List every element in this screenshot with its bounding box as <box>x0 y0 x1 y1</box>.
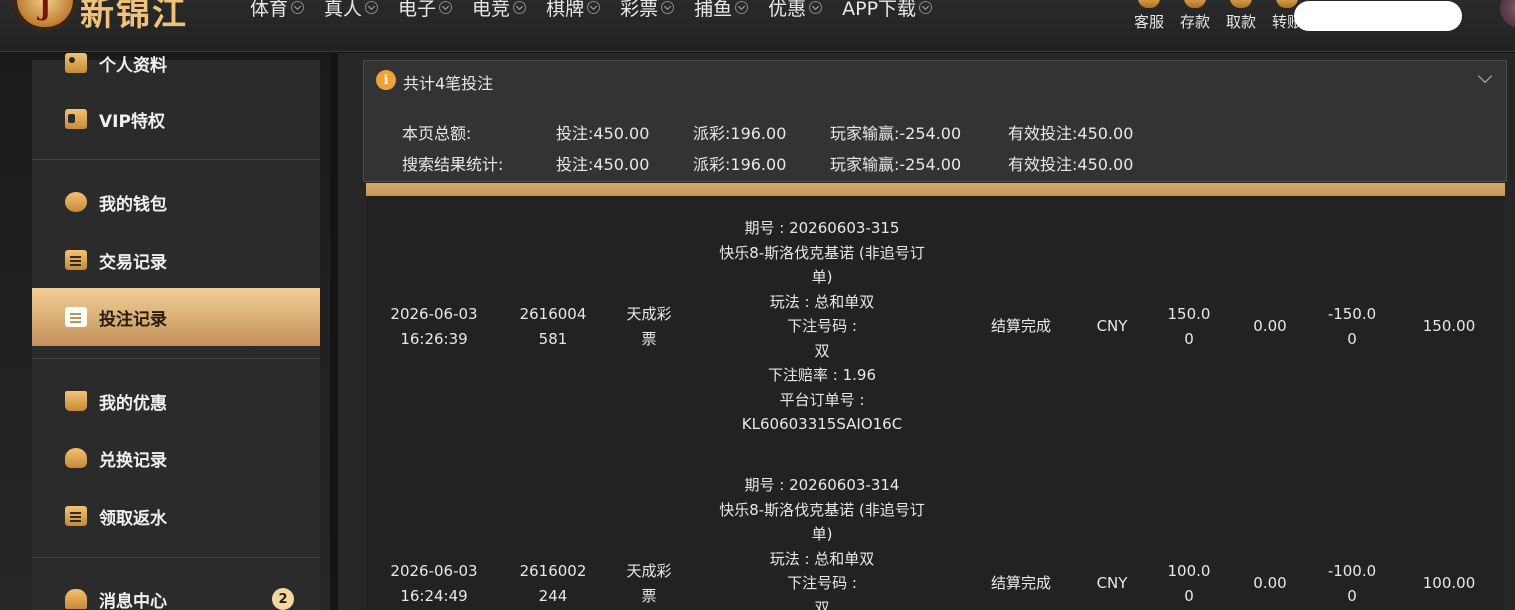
chevron-down-icon <box>919 1 933 14</box>
nav-item-promotions[interactable]: 优惠 <box>768 0 823 21</box>
bet-records-table: 2026-06-03 16:26:39 2616004 581 天成彩 票 期号… <box>366 196 1505 610</box>
sidebar-item-label: 个人资料 <box>99 55 167 76</box>
transfer-icon <box>1276 0 1298 8</box>
bet-time-cell: 2026-06-03 16:24:49 <box>390 562 478 605</box>
sidebar-item-transactions[interactable]: 交易记录 <box>32 231 320 289</box>
payout-cell: 0.00 <box>1253 317 1287 335</box>
sidebar-item-vip[interactable]: VIP特权 <box>32 90 320 148</box>
status-cell: 结算完成 <box>990 317 1051 335</box>
piggy-bank-icon <box>65 192 87 212</box>
chevron-down-icon <box>809 1 823 14</box>
sidebar-item-messages[interactable]: 消息中心 2 <box>32 570 320 610</box>
nav-item-app-download[interactable]: APP下载 <box>842 0 933 21</box>
deposit-button[interactable]: 存款 <box>1172 0 1218 52</box>
platform-cell: 天成彩 票 <box>626 562 672 605</box>
brand-logo-text[interactable]: 新锦江 <box>80 0 188 35</box>
bet-table-header <box>366 183 1505 196</box>
nav-item-live-casino[interactable]: 真人 <box>324 0 379 21</box>
bet-time-cell: 2026-06-03 16:26:39 <box>390 305 478 348</box>
sidebar-item-profile[interactable]: 个人资料 <box>32 34 320 92</box>
bet-amount-cell: 150.0 0 <box>1167 305 1211 348</box>
vip-card-icon <box>65 109 87 129</box>
summary-title: 共计4笔投注 <box>403 74 494 93</box>
bell-icon <box>65 589 87 609</box>
sidebar-item-label: VIP特权 <box>99 111 165 132</box>
bet-amount-cell: 100.0 0 <box>1167 562 1211 605</box>
bet-details-cell: 期号 : 20260603-314 快乐8-斯洛伐克基诺 (非追号订 单) 玩法… <box>719 476 925 610</box>
win-loss-cell: -100.0 0 <box>1327 562 1377 605</box>
payout-cell: 0.00 <box>1253 574 1287 592</box>
avatar[interactable] <box>1500 0 1515 28</box>
sidebar-item-label: 兑换记录 <box>99 450 167 471</box>
summary-payout: 派彩:196.00 <box>693 124 787 143</box>
clipboard-icon <box>65 506 87 526</box>
platform-cell: 天成彩 票 <box>626 305 672 348</box>
withdraw-icon <box>1230 0 1252 8</box>
user-card-icon <box>65 53 87 73</box>
sidebar-divider <box>32 358 320 359</box>
sidebar-item-wallet[interactable]: 我的钱包 <box>32 173 320 231</box>
bet-details-cell: 期号 : 20260603-315 快乐8-斯洛伐克基诺 (非追号订 单) 玩法… <box>719 219 925 433</box>
sidebar-item-bet-records[interactable]: 投注记录 <box>32 288 320 346</box>
sidebar-item-label: 投注记录 <box>99 309 167 330</box>
sidebar-item-label: 我的优惠 <box>99 393 167 414</box>
sidebar-item-rebate[interactable]: 领取返水 <box>32 487 320 545</box>
headset-icon <box>1138 0 1160 8</box>
document-icon <box>65 307 87 327</box>
win-loss-cell: -150.0 0 <box>1327 305 1377 348</box>
sidebar-item-redeem-records[interactable]: 兑换记录 <box>32 429 320 487</box>
summary-player-win: 玩家输赢:-254.00 <box>830 124 962 143</box>
document-icon <box>65 250 87 270</box>
valid-bet-cell: 100.00 <box>1422 574 1476 592</box>
sidebar-item-label: 领取返水 <box>99 508 167 529</box>
account-sidebar: 个人资料 VIP特权 我的钱包 交易记录 投注记录 我的优惠 兑换记录 领取返水… <box>32 53 320 610</box>
chevron-down-icon <box>661 1 675 14</box>
nav-item-slots[interactable]: 电子 <box>398 0 453 21</box>
gift-bag-icon <box>65 391 87 411</box>
sidebar-item-label: 交易记录 <box>99 252 167 273</box>
order-id-cell: 2616004 581 <box>519 305 587 348</box>
username-display[interactable] <box>1294 1 1462 31</box>
nav-item-fishing[interactable]: 捕鱼 <box>694 0 749 21</box>
nav-item-lottery[interactable]: 彩票 <box>620 0 675 21</box>
summary-valid-bet: 有效投注:450.00 <box>1008 155 1134 174</box>
nav-item-esports[interactable]: 电竞 <box>472 0 527 21</box>
chevron-down-icon <box>513 1 527 14</box>
summary-row-label: 搜索结果统计: <box>402 155 504 174</box>
quick-actions: 客服 存款 取款 转账 <box>1126 0 1310 52</box>
chevron-down-icon <box>587 1 601 14</box>
valid-bet-cell: 150.00 <box>1422 317 1476 335</box>
summary-bet: 投注:450.00 <box>556 124 650 143</box>
deposit-icon <box>1184 0 1206 8</box>
chevron-down-icon <box>291 1 305 14</box>
nav-item-sports[interactable]: 体育 <box>250 0 305 21</box>
chevron-down-icon <box>439 1 453 14</box>
status-cell: 结算完成 <box>990 574 1051 592</box>
summary-bet: 投注:450.00 <box>556 155 650 174</box>
chevron-down-icon[interactable] <box>1477 68 1493 84</box>
currency-cell: CNY <box>1096 574 1128 592</box>
summary-row-label: 本页总额: <box>402 124 472 143</box>
chevron-down-icon <box>735 1 749 14</box>
order-id-cell: 2616002 244 <box>519 562 587 605</box>
chevron-down-icon <box>365 1 379 14</box>
sidebar-item-label: 消息中心 <box>99 591 167 610</box>
unread-count-badge: 2 <box>272 588 294 610</box>
info-icon: i <box>376 70 396 90</box>
summary-valid-bet: 有效投注:450.00 <box>1008 124 1134 143</box>
exchange-icon <box>65 448 87 468</box>
nav-item-cards[interactable]: 棋牌 <box>546 0 601 21</box>
sidebar-divider <box>32 159 320 160</box>
sidebar-divider <box>32 557 320 558</box>
withdraw-button[interactable]: 取款 <box>1218 0 1264 52</box>
sidebar-item-label: 我的钱包 <box>99 194 167 215</box>
main-nav: 体育 真人 电子 电竞 棋牌 彩票 捕鱼 优惠 APP下载 <box>250 0 952 21</box>
sidebar-item-my-promotions[interactable]: 我的优惠 <box>32 372 320 430</box>
summary-player-win: 玩家输赢:-254.00 <box>830 155 962 174</box>
customer-service-button[interactable]: 客服 <box>1126 0 1172 52</box>
currency-cell: CNY <box>1096 317 1128 335</box>
summary-payout: 派彩:196.00 <box>693 155 787 174</box>
logo-emblem-icon[interactable]: J <box>14 0 76 30</box>
bet-summary-panel[interactable]: i 共计4笔投注 本页总额: 投注:450.00 派彩:196.00 玩家输赢:… <box>363 60 1507 182</box>
